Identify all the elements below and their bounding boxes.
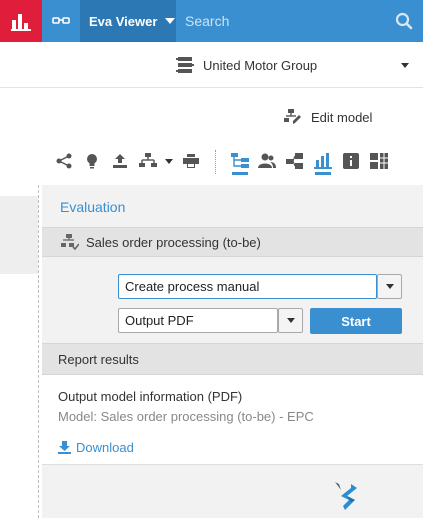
edit-model-button[interactable]: Edit model (284, 108, 372, 126)
print-icon[interactable] (182, 152, 200, 170)
database-name[interactable]: United Motor Group (203, 58, 317, 73)
search-input[interactable] (176, 13, 376, 29)
panel-splitter[interactable] (38, 185, 39, 518)
upload-icon[interactable] (111, 152, 129, 170)
top-bar: Eva Viewer (0, 0, 423, 42)
share-icon[interactable] (55, 152, 73, 170)
grid-icon[interactable] (370, 152, 388, 170)
brand-logo-icon (335, 482, 357, 510)
result-title: Output model information (PDF) (58, 389, 243, 404)
process-model-icon (61, 234, 79, 250)
database-dropdown-icon[interactable] (401, 63, 409, 68)
download-link[interactable]: Download (58, 440, 134, 455)
glasses-icon (52, 17, 70, 24)
search-bar (176, 0, 423, 42)
results-header-label: Report results (58, 352, 139, 367)
chevron-down-icon (165, 18, 176, 24)
result-model-line: Model: Sales order processing (to-be) - … (58, 409, 314, 424)
format-select-value: Output PDF (125, 313, 194, 328)
chart-icon[interactable] (314, 152, 332, 170)
lightbulb-icon[interactable] (83, 152, 101, 170)
users-icon[interactable] (258, 152, 276, 170)
chart-tab-indicator (315, 172, 331, 175)
tree-tab-indicator (232, 172, 248, 175)
content-area (0, 196, 38, 274)
toolbar-separator (215, 150, 216, 174)
format-select-button[interactable] (278, 308, 303, 333)
download-icon (58, 441, 71, 454)
objects-icon[interactable] (286, 152, 304, 170)
process-icon[interactable] (139, 152, 157, 170)
role-label: Eva Viewer (89, 13, 158, 29)
panel-title: Evaluation (60, 199, 126, 215)
download-label: Download (76, 440, 134, 455)
report-select-button[interactable] (377, 274, 402, 299)
tree-icon[interactable] (231, 152, 249, 170)
chart-logo-icon (11, 14, 31, 31)
app-logo[interactable] (0, 0, 42, 42)
start-button[interactable]: Start (310, 308, 402, 334)
database-icon (176, 57, 194, 73)
edit-model-icon (284, 109, 301, 124)
format-select[interactable]: Output PDF (118, 308, 278, 333)
viewer-mode-icon[interactable] (42, 0, 80, 42)
chevron-down-icon (286, 318, 295, 323)
report-select-value: Create process manual (125, 279, 260, 294)
edit-model-label: Edit model (311, 109, 373, 125)
info-icon[interactable] (342, 152, 360, 170)
role-dropdown[interactable]: Eva Viewer (80, 0, 176, 42)
report-select[interactable]: Create process manual (118, 274, 377, 299)
model-name: Sales order processing (to-be) (86, 235, 261, 250)
process-menu-chevron-down-icon[interactable] (160, 152, 178, 170)
chevron-down-icon (385, 284, 394, 289)
search-icon[interactable] (395, 12, 413, 30)
